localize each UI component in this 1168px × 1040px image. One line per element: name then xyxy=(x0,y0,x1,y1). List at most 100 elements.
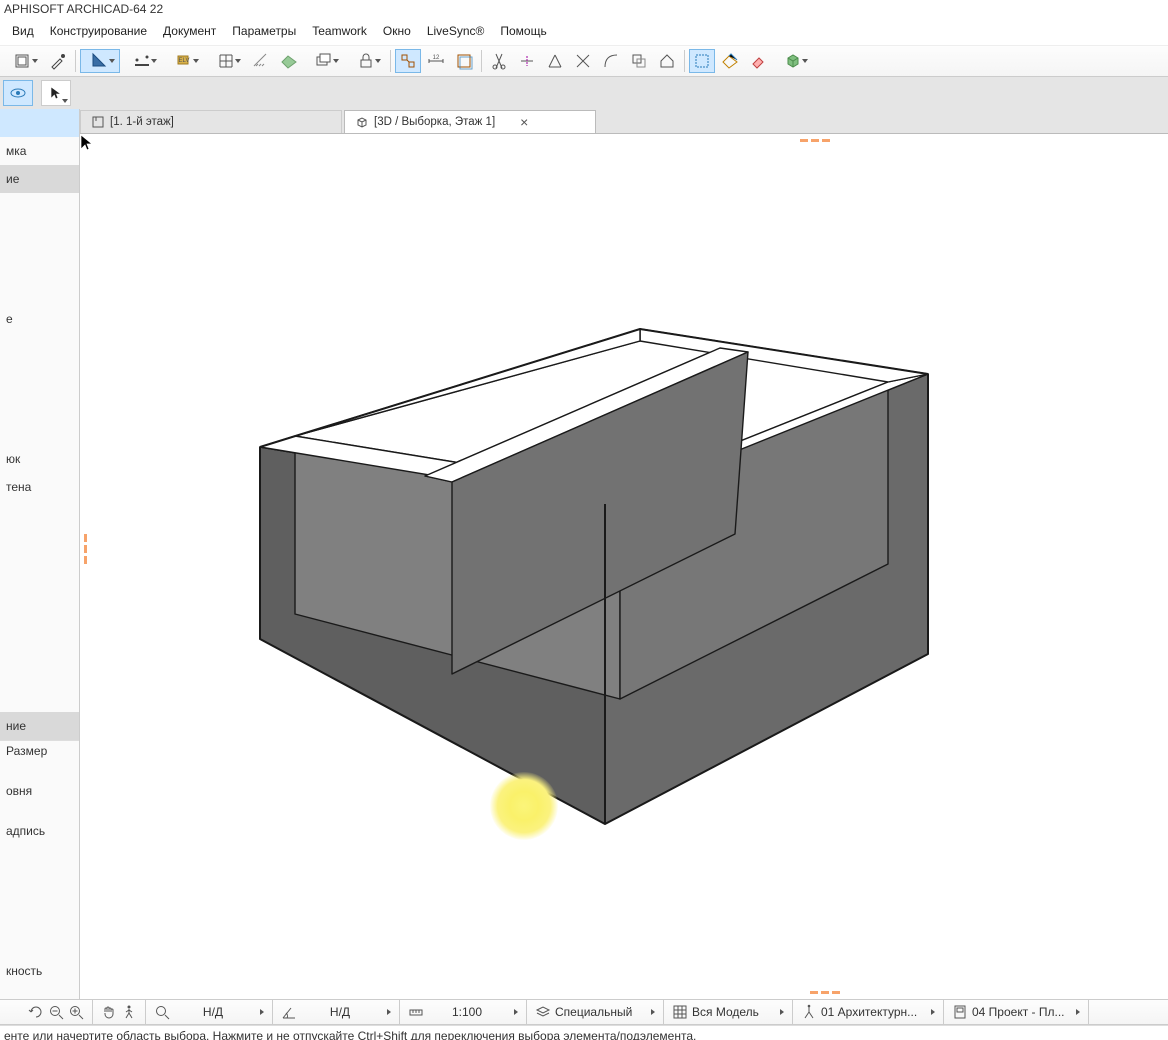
hint-text: енте или начертите область выбора. Нажми… xyxy=(4,1029,696,1040)
menu-item[interactable]: Окно xyxy=(375,20,419,42)
magnifier-icon xyxy=(154,1004,170,1020)
sidebar-item[interactable] xyxy=(0,361,79,389)
sidebar-item[interactable] xyxy=(0,221,79,249)
model-view-icon xyxy=(672,1004,688,1020)
walk-icon[interactable] xyxy=(121,1004,137,1020)
view-eye-button[interactable] xyxy=(3,80,33,106)
sidebar-list-item[interactable] xyxy=(0,921,79,941)
sidebar-list-item[interactable] xyxy=(0,761,79,781)
sidebar-item[interactable] xyxy=(0,277,79,305)
sidebar-item[interactable]: ие xyxy=(0,165,79,193)
sidebar-item[interactable] xyxy=(0,249,79,277)
fork-icon xyxy=(801,1004,817,1020)
sidebar-list-item[interactable] xyxy=(0,801,79,821)
3d-viewport[interactable] xyxy=(80,134,1168,999)
triangle-tool-button[interactable] xyxy=(80,49,120,73)
menu-item[interactable]: Параметры xyxy=(224,20,304,42)
sidebar-list-item[interactable]: кность xyxy=(0,961,79,981)
menu-item[interactable]: Вид xyxy=(4,20,42,42)
zoom-level-dropdown[interactable]: Н/Д xyxy=(150,1004,268,1020)
snap-ruler-button[interactable] xyxy=(248,49,274,73)
plane-button[interactable] xyxy=(276,49,302,73)
close-icon[interactable]: × xyxy=(520,115,528,129)
layout-dropdown[interactable]: 04 Проект - Пл... xyxy=(948,1004,1084,1020)
split-button[interactable] xyxy=(514,49,540,73)
scale-icon xyxy=(408,1004,424,1020)
sidebar-list-item[interactable] xyxy=(0,881,79,901)
sidebar-list-item[interactable] xyxy=(0,901,79,921)
edit-plane-button[interactable] xyxy=(717,49,743,73)
menu-item[interactable]: Помощь xyxy=(492,20,554,42)
eraser-button[interactable] xyxy=(745,49,771,73)
home-button[interactable] xyxy=(654,49,680,73)
sidebar-list-item[interactable] xyxy=(0,861,79,881)
tab-label: [3D / Выборка, Этаж 1] xyxy=(374,116,495,128)
cursor-highlight xyxy=(490,772,558,840)
snap-object-button[interactable] xyxy=(395,49,421,73)
zoom-in-icon[interactable] xyxy=(68,1004,84,1020)
menu-item[interactable]: Teamwork xyxy=(304,20,375,42)
pan-hand-icon[interactable] xyxy=(101,1004,117,1020)
sidebar-item[interactable] xyxy=(0,193,79,221)
tool-sidebar: мкаие е юктена ние Размер овня адпись кност… xyxy=(0,109,80,999)
horizontal-tool-button[interactable] xyxy=(122,49,162,73)
tab-label: [1. 1-й этаж] xyxy=(110,116,174,128)
view-tab[interactable]: [3D / Выборка, Этаж 1] × xyxy=(344,110,596,133)
fillet-button[interactable] xyxy=(598,49,624,73)
sidebar-list-item[interactable]: овня xyxy=(0,781,79,801)
3d-regen-button[interactable] xyxy=(773,49,813,73)
sidebar-list-item[interactable] xyxy=(0,941,79,961)
sidebar-item[interactable] xyxy=(0,417,79,445)
menu-item[interactable]: Документ xyxy=(155,20,224,42)
cursor-icon xyxy=(80,134,94,152)
layer-combination-dropdown[interactable]: Специальный xyxy=(531,1004,659,1020)
lock-button[interactable] xyxy=(346,49,386,73)
intersect-button[interactable] xyxy=(570,49,596,73)
sidebar-item[interactable] xyxy=(0,109,79,137)
trace-button[interactable] xyxy=(451,49,477,73)
sidebar-list-item[interactable]: Размер xyxy=(0,741,79,761)
svg-text:12: 12 xyxy=(433,55,440,61)
sidebar-item[interactable] xyxy=(0,333,79,361)
svg-text:ELV: ELV xyxy=(179,58,190,64)
resize-button[interactable] xyxy=(626,49,652,73)
elevation-tool-button[interactable]: ELV xyxy=(164,49,204,73)
sidebar-item[interactable]: е xyxy=(0,305,79,333)
rotation-dropdown[interactable]: Н/Д xyxy=(277,1004,395,1020)
zoom-out-icon[interactable] xyxy=(48,1004,64,1020)
floorplan-icon xyxy=(91,115,105,129)
main-area: [1. 1-й этаж] [3D / Выборка, Этаж 1] × xyxy=(80,109,1168,999)
grid-tool-button[interactable] xyxy=(206,49,246,73)
sidebar-item[interactable] xyxy=(0,389,79,417)
sidebar-section-header[interactable]: ние xyxy=(0,712,79,740)
adjust-button[interactable] xyxy=(542,49,568,73)
sidebar-item[interactable]: тена xyxy=(0,473,79,501)
menu-item[interactable]: LiveSync® xyxy=(419,20,493,42)
undo-history-button[interactable] xyxy=(3,49,43,73)
zoom-prev-icon[interactable] xyxy=(28,1004,44,1020)
menu-item[interactable]: Конструирование xyxy=(42,20,155,42)
cut-button[interactable] xyxy=(486,49,512,73)
marquee-select-button[interactable] xyxy=(689,49,715,73)
eyedropper-icon[interactable] xyxy=(45,49,71,73)
reno-filter-dropdown[interactable]: 01 Архитектурн... xyxy=(797,1004,939,1020)
scale-dropdown[interactable]: 1:100 xyxy=(404,1004,522,1020)
status-toolbar: Н/Д Н/Д 1:100 Специальный Вся Модель 01 … xyxy=(0,999,1168,1025)
angle-icon xyxy=(281,1004,297,1020)
view-tabs: [1. 1-й этаж] [3D / Выборка, Этаж 1] × xyxy=(80,109,1168,134)
sidebar-item[interactable]: юк xyxy=(0,445,79,473)
window-title-bar: APHISOFT ARCHICAD-64 22 xyxy=(0,0,1168,18)
sidebar-item[interactable]: мка xyxy=(0,137,79,165)
cube-icon xyxy=(355,115,369,129)
sidebar-list-item[interactable] xyxy=(0,841,79,861)
view-tab[interactable]: [1. 1-й этаж] xyxy=(80,110,342,133)
layers-button[interactable] xyxy=(304,49,344,73)
sheet-icon xyxy=(952,1004,968,1020)
dimension-snap-button[interactable]: 12 xyxy=(423,49,449,73)
arrow-mode-button[interactable] xyxy=(41,80,71,106)
hint-bar: енте или начертите область выбора. Нажми… xyxy=(0,1025,1168,1040)
sidebar-list-item[interactable] xyxy=(0,981,79,999)
sidebar-list-item[interactable]: адпись xyxy=(0,821,79,841)
menu-bar: ВидКонструированиеДокументПараметрыTeamw… xyxy=(0,18,1168,45)
model-view-dropdown[interactable]: Вся Модель xyxy=(668,1004,788,1020)
